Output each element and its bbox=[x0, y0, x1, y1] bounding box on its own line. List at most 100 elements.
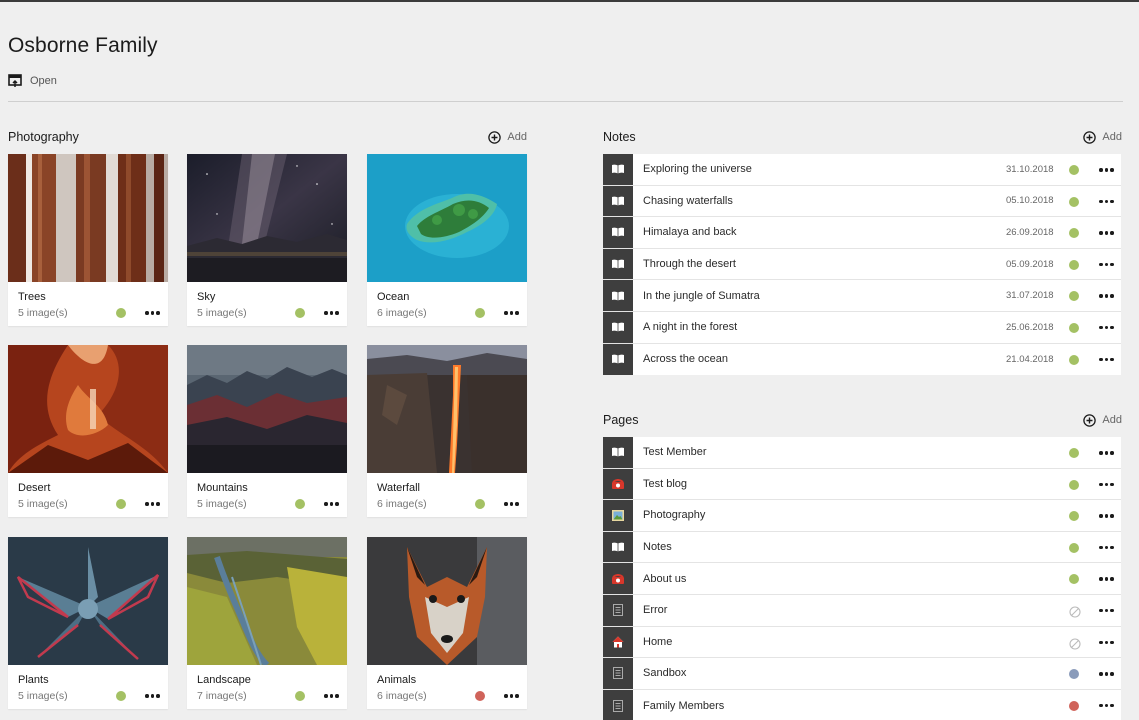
photography-add-button[interactable]: Add bbox=[488, 130, 527, 144]
landscape-image bbox=[187, 537, 347, 665]
photography-header: Photography Add bbox=[8, 129, 527, 145]
photo-card-landscape[interactable]: Landscape 7 image(s) bbox=[187, 537, 347, 709]
page-row[interactable]: Test blog bbox=[603, 468, 1121, 501]
page-row[interactable]: Family Members bbox=[603, 689, 1121, 720]
page-title: Osborne Family bbox=[8, 34, 158, 57]
note-row[interactable]: In the jungle of Sumatra 31.07.2018 bbox=[603, 280, 1121, 312]
photo-card-mountains[interactable]: Mountains 5 image(s) bbox=[187, 345, 347, 517]
photo-card-animals[interactable]: Animals 6 image(s) bbox=[367, 537, 527, 709]
status-dot bbox=[1069, 700, 1079, 711]
plants-image bbox=[8, 537, 168, 665]
note-row[interactable]: Chasing waterfalls 05.10.2018 bbox=[603, 185, 1121, 218]
pages-title: Pages bbox=[603, 413, 639, 427]
page-row[interactable]: Home bbox=[603, 626, 1121, 659]
note-date: 21.04.2018 bbox=[1006, 353, 1054, 365]
photography-title: Photography bbox=[8, 130, 79, 144]
photo-card-desert[interactable]: Desert 5 image(s) bbox=[8, 345, 168, 517]
page-row[interactable]: Error bbox=[603, 594, 1121, 627]
page-title: Error bbox=[643, 604, 668, 617]
more-options-icon[interactable] bbox=[145, 502, 160, 506]
page-row[interactable]: Test Member bbox=[603, 437, 1121, 469]
card-count: 7 image(s) bbox=[197, 690, 247, 702]
note-row[interactable]: Himalaya and back 26.09.2018 bbox=[603, 217, 1121, 249]
page-title: Sandbox bbox=[643, 667, 687, 680]
note-date: 31.07.2018 bbox=[1006, 290, 1054, 302]
more-options-icon[interactable] bbox=[1099, 231, 1114, 235]
more-options-icon[interactable] bbox=[324, 502, 339, 506]
page-row[interactable]: Photography bbox=[603, 500, 1121, 532]
card-name: Desert bbox=[18, 482, 51, 494]
status-dot bbox=[295, 691, 305, 701]
page-row[interactable]: About us bbox=[603, 563, 1121, 595]
note-row[interactable]: A night in the forest 25.06.2018 bbox=[603, 311, 1121, 344]
page-title: Notes bbox=[643, 541, 672, 554]
more-options-icon[interactable] bbox=[1099, 357, 1114, 362]
book-icon bbox=[603, 531, 633, 563]
more-options-icon[interactable] bbox=[1099, 672, 1114, 676]
status-dot bbox=[1069, 354, 1079, 365]
page-title: Family Members bbox=[643, 699, 725, 712]
phone-icon bbox=[603, 468, 633, 500]
card-name: Landscape bbox=[197, 674, 251, 686]
more-options-icon[interactable] bbox=[1099, 199, 1114, 204]
note-date: 25.06.2018 bbox=[1006, 321, 1054, 333]
status-dot bbox=[1069, 511, 1079, 522]
more-options-icon[interactable] bbox=[1099, 640, 1114, 645]
more-options-icon[interactable] bbox=[1099, 325, 1114, 330]
note-title: A night in the forest bbox=[643, 321, 738, 334]
status-dot bbox=[1069, 479, 1079, 490]
more-options-icon[interactable] bbox=[1099, 451, 1114, 455]
more-options-icon[interactable] bbox=[1099, 545, 1114, 550]
book-icon bbox=[603, 154, 633, 185]
photo-card-trees[interactable]: Trees 5 image(s) bbox=[8, 154, 168, 326]
more-options-icon[interactable] bbox=[1099, 262, 1114, 267]
pages-header: Pages Add bbox=[603, 412, 1122, 428]
card-count: 5 image(s) bbox=[18, 690, 68, 702]
photo-card-waterfall[interactable]: Waterfall 6 image(s) bbox=[367, 345, 527, 517]
more-options-icon[interactable] bbox=[504, 694, 519, 698]
photo-card-ocean[interactable]: Ocean 6 image(s) bbox=[367, 154, 527, 326]
animals-image bbox=[367, 537, 527, 665]
more-options-icon[interactable] bbox=[1099, 514, 1114, 518]
page-row[interactable]: Sandbox bbox=[603, 658, 1121, 690]
more-options-icon[interactable] bbox=[504, 311, 519, 315]
status-dot bbox=[1069, 448, 1079, 458]
home-icon bbox=[603, 626, 633, 658]
more-options-icon[interactable] bbox=[1099, 577, 1114, 581]
status-dot bbox=[1069, 291, 1079, 302]
notes-add-button[interactable]: Add bbox=[1083, 130, 1122, 144]
note-row[interactable]: Through the desert 05.09.2018 bbox=[603, 248, 1121, 281]
more-options-icon[interactable] bbox=[145, 694, 160, 698]
note-row[interactable]: Exploring the universe 31.10.2018 bbox=[603, 154, 1121, 186]
notes-header: Notes Add bbox=[603, 129, 1122, 145]
photo-card-plants[interactable]: Plants 5 image(s) bbox=[8, 537, 168, 709]
pages-list: Test Member Test blog Photography Notes … bbox=[603, 437, 1121, 720]
page-row[interactable]: Notes bbox=[603, 531, 1121, 564]
card-name: Trees bbox=[18, 291, 46, 303]
desert-image bbox=[8, 345, 168, 473]
note-row[interactable]: Across the ocean 21.04.2018 bbox=[603, 343, 1121, 376]
card-name: Animals bbox=[377, 674, 417, 686]
trees-image bbox=[8, 154, 168, 282]
phone-icon bbox=[603, 563, 633, 594]
note-title: Chasing waterfalls bbox=[643, 194, 733, 207]
photo-card-sky[interactable]: Sky 5 image(s) bbox=[187, 154, 347, 326]
status-dot bbox=[1069, 165, 1079, 175]
more-options-icon[interactable] bbox=[1099, 482, 1114, 487]
book-icon bbox=[603, 217, 633, 248]
more-options-icon[interactable] bbox=[1099, 168, 1114, 172]
status-dot bbox=[116, 691, 126, 701]
status-dot bbox=[1069, 228, 1079, 239]
pages-add-button[interactable]: Add bbox=[1083, 413, 1122, 427]
status-dot bbox=[116, 499, 126, 509]
more-options-icon[interactable] bbox=[324, 311, 339, 315]
more-options-icon[interactable] bbox=[1099, 294, 1114, 298]
more-options-icon[interactable] bbox=[324, 694, 339, 698]
more-options-icon[interactable] bbox=[1099, 608, 1114, 613]
more-options-icon[interactable] bbox=[504, 502, 519, 506]
waterfall-image bbox=[367, 345, 527, 473]
more-options-icon[interactable] bbox=[1099, 703, 1114, 708]
more-options-icon[interactable] bbox=[145, 311, 160, 315]
open-button[interactable]: Open bbox=[8, 74, 57, 88]
notes-list: Exploring the universe 31.10.2018 Chasin… bbox=[603, 154, 1121, 376]
